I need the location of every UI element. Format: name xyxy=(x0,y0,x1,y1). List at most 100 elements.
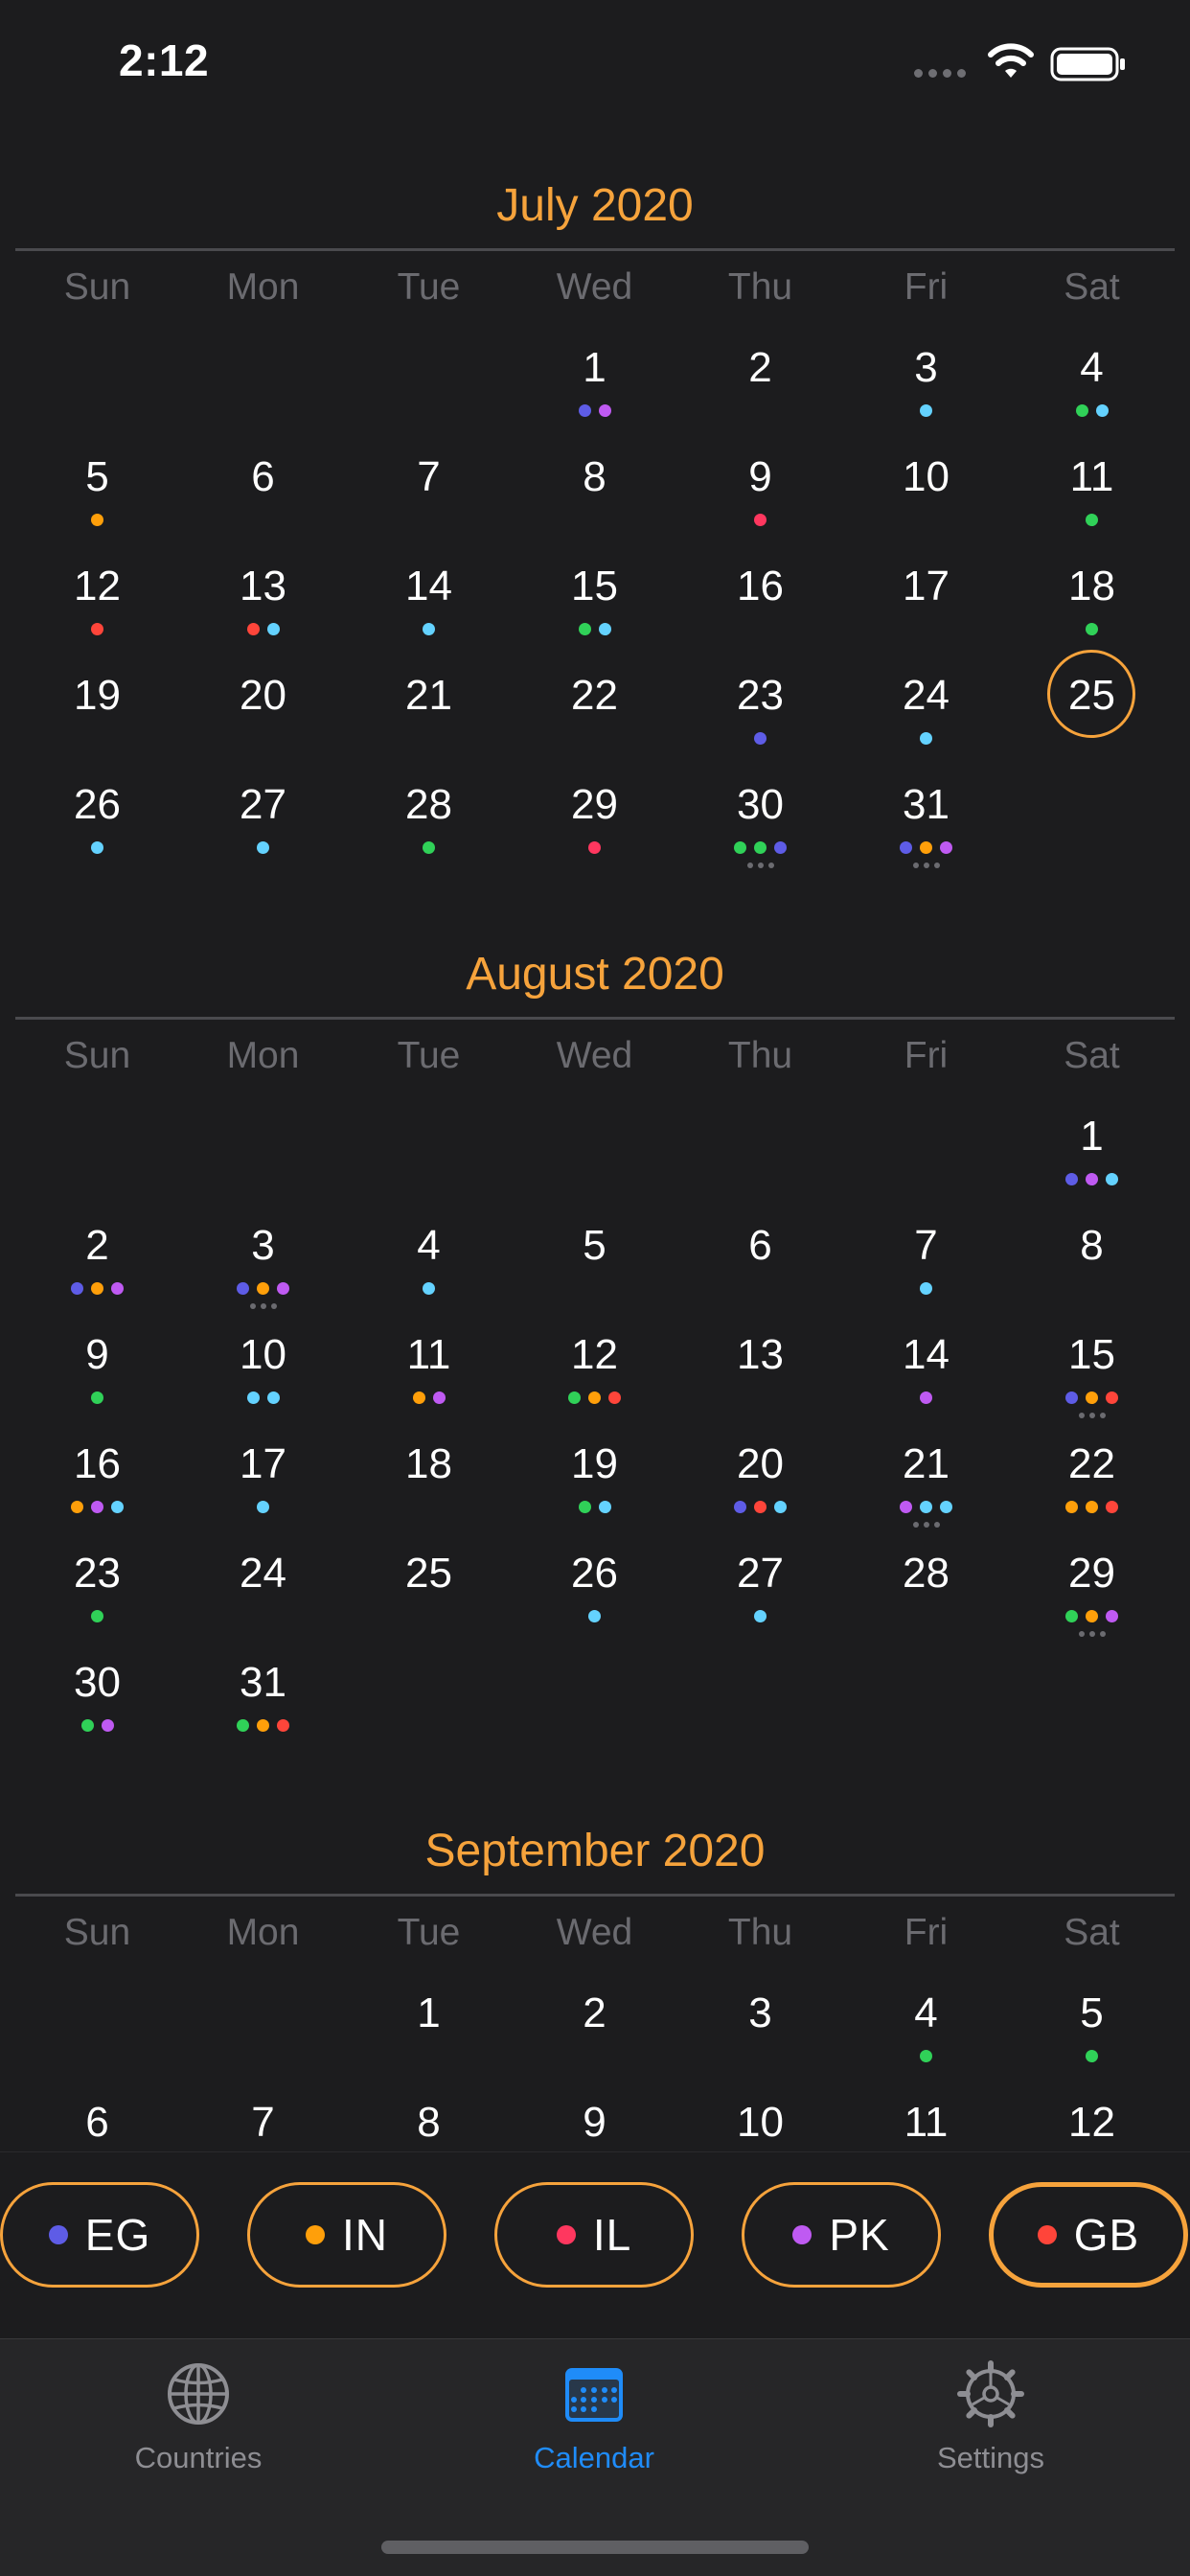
day-cell[interactable]: 1 xyxy=(512,334,677,437)
day-cell[interactable]: 13 xyxy=(677,1321,843,1424)
day-cell[interactable]: 10 xyxy=(677,2088,843,2151)
day-number: 25 xyxy=(405,1550,452,1597)
day-cell[interactable]: 8 xyxy=(512,443,677,546)
country-color-dot xyxy=(306,2225,325,2244)
day-cell[interactable]: 19 xyxy=(512,1430,677,1533)
day-cell[interactable]: 7 xyxy=(346,443,512,546)
holiday-dot xyxy=(1065,1173,1078,1185)
calendar-scroll-view[interactable]: July 2020 Sun Mon Tue Wed Thu Fri Sat 1 2 3 4 5 6 7 8 9 1… xyxy=(0,0,1190,2151)
day-cell[interactable]: 2 xyxy=(14,1211,180,1315)
tab-settings[interactable]: Settings xyxy=(866,2360,1115,2504)
holiday-dots xyxy=(14,1392,180,1405)
day-cell[interactable]: 9 xyxy=(14,1321,180,1424)
day-cell[interactable]: 2 xyxy=(677,334,843,437)
tab-calendar[interactable]: Calendar xyxy=(469,2360,719,2504)
day-cell[interactable]: 19 xyxy=(14,661,180,765)
holiday-dot xyxy=(754,841,767,854)
filter-chip-pk[interactable]: PK xyxy=(742,2182,941,2288)
filter-chip-eg[interactable]: EG xyxy=(0,2182,199,2288)
day-cell[interactable]: 6 xyxy=(180,443,346,546)
day-cell[interactable]: 6 xyxy=(14,2088,180,2151)
day-cell[interactable]: 15 xyxy=(512,552,677,656)
day-cell[interactable]: 26 xyxy=(512,1539,677,1643)
day-cell[interactable]: 21 xyxy=(346,661,512,765)
day-cell[interactable]: 4 xyxy=(1009,334,1175,437)
day-cell[interactable]: 8 xyxy=(1009,1211,1175,1315)
day-cell[interactable]: 29 xyxy=(1009,1539,1175,1643)
day-cell[interactable]: 11 xyxy=(346,1321,512,1424)
filter-chip-gb[interactable]: GB xyxy=(989,2182,1188,2288)
holiday-dot xyxy=(920,841,932,854)
day-cell[interactable]: 10 xyxy=(180,1321,346,1424)
day-cell[interactable]: 9 xyxy=(677,443,843,546)
day-number: 6 xyxy=(748,1222,772,1269)
day-cell[interactable]: 24 xyxy=(180,1539,346,1643)
day-cell[interactable]: 15 xyxy=(1009,1321,1175,1424)
day-cell[interactable]: 3 xyxy=(180,1211,346,1315)
day-cell[interactable]: 17 xyxy=(180,1430,346,1533)
day-cell[interactable]: 14 xyxy=(346,552,512,656)
day-cell[interactable]: 28 xyxy=(843,1539,1009,1643)
day-cell[interactable]: 18 xyxy=(1009,552,1175,656)
day-cell[interactable]: 16 xyxy=(677,552,843,656)
holiday-dots xyxy=(1009,1173,1175,1186)
day-cell[interactable]: 22 xyxy=(1009,1430,1175,1533)
day-number: 17 xyxy=(240,1440,286,1487)
day-cell[interactable]: 13 xyxy=(180,552,346,656)
day-cell[interactable]: 10 xyxy=(843,443,1009,546)
day-cell[interactable]: 6 xyxy=(677,1211,843,1315)
day-cell[interactable]: 12 xyxy=(14,552,180,656)
day-cell[interactable]: 23 xyxy=(14,1539,180,1643)
day-cell[interactable]: 20 xyxy=(677,1430,843,1533)
holiday-dot xyxy=(423,1282,435,1295)
day-cell[interactable]: 31 xyxy=(843,770,1009,874)
day-cell[interactable]: 20 xyxy=(180,661,346,765)
day-cell[interactable]: 31 xyxy=(180,1648,346,1752)
day-cell[interactable]: 22 xyxy=(512,661,677,765)
filter-chip-in[interactable]: IN xyxy=(247,2182,446,2288)
day-cell[interactable]: 25 xyxy=(1009,650,1175,765)
day-cell[interactable]: 12 xyxy=(512,1321,677,1424)
day-cell[interactable]: 5 xyxy=(14,443,180,546)
day-cell[interactable]: 27 xyxy=(180,770,346,874)
day-cell[interactable]: 8 xyxy=(346,2088,512,2151)
day-cell[interactable]: 3 xyxy=(843,334,1009,437)
day-cell[interactable]: 29 xyxy=(512,770,677,874)
day-cell[interactable]: 21 xyxy=(843,1430,1009,1533)
day-cell[interactable]: 26 xyxy=(14,770,180,874)
day-cell[interactable]: 30 xyxy=(14,1648,180,1752)
day-cell[interactable]: 30 xyxy=(677,770,843,874)
holiday-dots xyxy=(346,1282,512,1296)
tab-countries[interactable]: Countries xyxy=(74,2360,323,2504)
holiday-dot xyxy=(754,732,767,745)
day-cell[interactable]: 9 xyxy=(512,2088,677,2151)
day-cell[interactable]: 5 xyxy=(512,1211,677,1315)
day-number: 5 xyxy=(85,453,109,500)
day-cell[interactable]: 18 xyxy=(346,1430,512,1533)
filter-chip-il[interactable]: IL xyxy=(494,2182,694,2288)
day-cell[interactable]: 24 xyxy=(843,661,1009,765)
day-cell[interactable]: 17 xyxy=(843,552,1009,656)
day-cell[interactable]: 5 xyxy=(1009,1979,1175,2082)
home-indicator[interactable] xyxy=(381,2541,809,2554)
day-cell[interactable]: 23 xyxy=(677,661,843,765)
day-number: 1 xyxy=(583,344,606,391)
status-time: 2:12 xyxy=(119,35,210,85)
day-cell[interactable]: 4 xyxy=(346,1211,512,1315)
day-cell[interactable]: 25 xyxy=(346,1539,512,1643)
day-cell[interactable]: 28 xyxy=(346,770,512,874)
day-cell[interactable]: 2 xyxy=(512,1979,677,2082)
day-cell[interactable]: 14 xyxy=(843,1321,1009,1424)
day-cell[interactable]: 12 xyxy=(1009,2088,1175,2151)
holiday-dots xyxy=(1009,514,1175,527)
day-cell[interactable]: 27 xyxy=(677,1539,843,1643)
day-cell[interactable]: 16 xyxy=(14,1430,180,1533)
day-cell[interactable]: 11 xyxy=(1009,443,1175,546)
day-cell[interactable]: 7 xyxy=(843,1211,1009,1315)
day-cell[interactable]: 1 xyxy=(1009,1102,1175,1206)
day-cell[interactable]: 11 xyxy=(843,2088,1009,2151)
day-cell[interactable]: 1 xyxy=(346,1979,512,2082)
day-cell[interactable]: 4 xyxy=(843,1979,1009,2082)
day-cell[interactable]: 3 xyxy=(677,1979,843,2082)
day-cell[interactable]: 7 xyxy=(180,2088,346,2151)
